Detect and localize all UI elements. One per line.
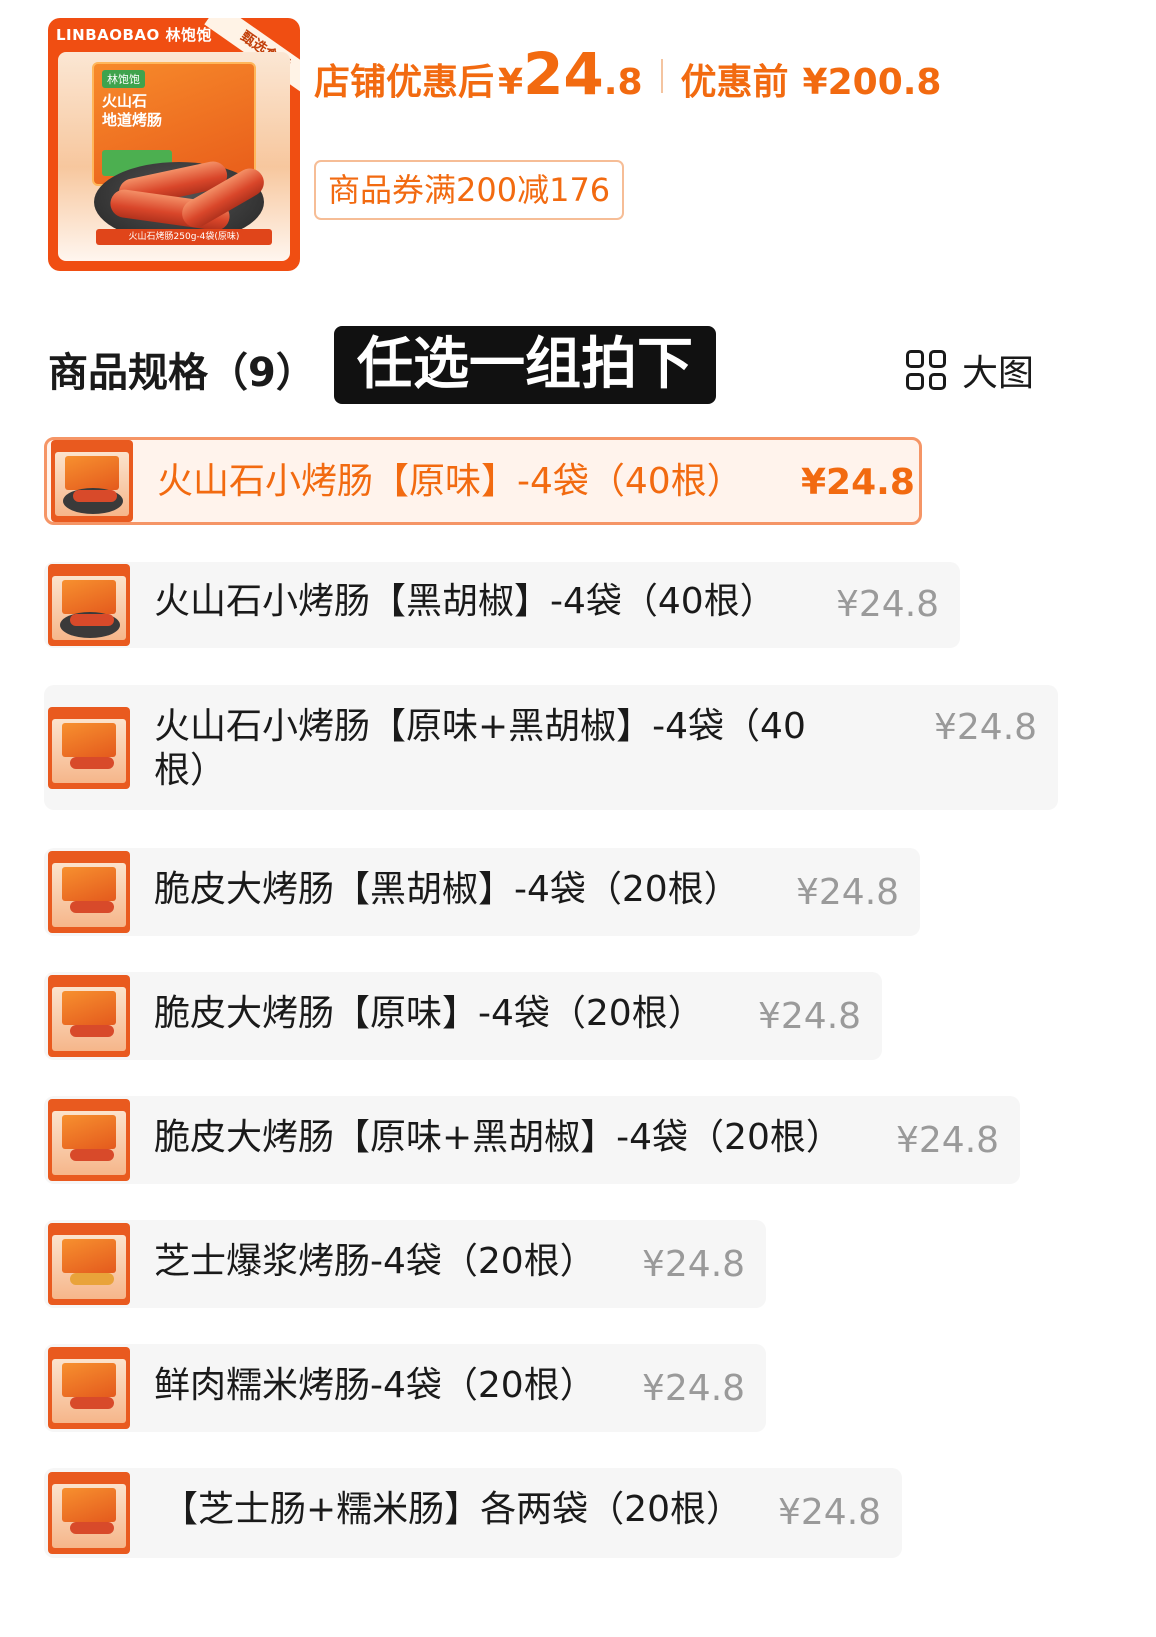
sku-thumbnail [48, 851, 130, 933]
sku-price: ¥24.8 [796, 872, 900, 913]
sku-price: ¥24.8 [896, 1120, 1000, 1161]
sku-price: ¥24.8 [642, 1368, 746, 1409]
coupon-tag[interactable]: 商品券满200减176 [314, 160, 625, 220]
sku-thumbnail [48, 564, 130, 646]
big-view-toggle[interactable]: 大图 [906, 344, 1034, 396]
sku-thumbnail [48, 1472, 130, 1554]
price-divider [660, 59, 663, 93]
sku-price: ¥24.8 [758, 996, 862, 1037]
product-image[interactable]: LINBAOBAO 林饱饱 甄选食材 林饱饱 火山石 地道烤肠 火山石烤肠250… [48, 18, 300, 271]
sku-selector-page: LINBAOBAO 林饱饱 甄选食材 林饱饱 火山石 地道烤肠 火山石烤肠250… [0, 0, 1156, 1637]
sku-name: 【芝士肠+糯米肠】各两袋（20根） [162, 1489, 742, 1530]
sku-price: ¥24.8 [836, 584, 940, 625]
sku-thumbnail [48, 1099, 130, 1181]
sku-name: 脆皮大烤肠【原味+黑胡椒】-4袋（20根） [154, 1117, 842, 1158]
before-discount-label: 优惠前 [680, 62, 789, 103]
sku-option[interactable]: 火山石小烤肠【原味+黑胡椒】-4袋（40根） ¥24.8 [44, 685, 1058, 810]
sku-option[interactable]: 脆皮大烤肠【原味】-4袋（20根） ¥24.8 [44, 972, 882, 1060]
choose-one-badge: 任选一组拍下 [334, 326, 716, 404]
sku-name: 鲜肉糯米烤肠-4袋（20根） [154, 1365, 596, 1406]
after-price-decimal: .8 [603, 62, 643, 103]
sku-thumbnail [48, 1223, 130, 1305]
sku-option[interactable]: 火山石小烤肠【原味】-4袋（40根） ¥24.8 [44, 437, 922, 525]
spec-title: 商品规格（9） [48, 350, 316, 396]
big-view-label: 大图 [962, 353, 1035, 394]
grid-icon [906, 350, 946, 390]
after-discount-label: 店铺优惠后 [314, 62, 495, 103]
pack-title-line-2: 地道烤肠 [102, 111, 163, 129]
sku-name: 脆皮大烤肠【黑胡椒】-4袋（20根） [154, 869, 740, 910]
before-price: ¥200.8 [802, 62, 942, 103]
sku-option[interactable]: 【芝士肠+糯米肠】各两袋（20根） ¥24.8 [44, 1468, 902, 1558]
sku-price: ¥24.8 [642, 1244, 746, 1285]
sku-option[interactable]: 火山石小烤肠【黑胡椒】-4袋（40根） ¥24.8 [44, 562, 960, 648]
sku-name: 火山石小烤肠【黑胡椒】-4袋（40根） [154, 581, 776, 622]
sku-option[interactable]: 鲜肉糯米烤肠-4袋（20根） ¥24.8 [44, 1344, 766, 1432]
sku-name: 火山石小烤肠【原味】-4袋（40根） [157, 461, 743, 502]
pack-title-line-1: 火山石 [102, 92, 148, 110]
sku-name: 芝士爆浆烤肠-4袋（20根） [154, 1241, 596, 1282]
sku-option[interactable]: 脆皮大烤肠【黑胡椒】-4袋（20根） ¥24.8 [44, 848, 920, 936]
product-photo: 林饱饱 火山石 地道烤肠 火山石烤肠250g-4袋(原味) [58, 52, 290, 261]
price-summary: 店铺优惠后 ¥ 24 .8 优惠前 ¥200.8 [314, 40, 941, 112]
sku-price: ¥24.8 [801, 462, 915, 503]
sku-name: 脆皮大烤肠【原味】-4袋（20根） [154, 993, 704, 1034]
pack-title: 火山石 地道烤肠 [102, 92, 162, 130]
sku-thumbnail [51, 440, 133, 522]
sku-thumbnail [48, 1347, 130, 1429]
after-price-integer: 24 [523, 40, 604, 108]
sku-option[interactable]: 芝士爆浆烤肠-4袋（20根） ¥24.8 [44, 1220, 766, 1308]
currency-symbol: ¥ [498, 62, 524, 103]
image-caption: 火山石烤肠250g-4袋(原味) [96, 229, 272, 245]
pack-tag: 林饱饱 [102, 70, 145, 88]
sku-price: ¥24.8 [934, 707, 1038, 748]
brand-logo: LINBAOBAO 林饱饱 [56, 26, 213, 44]
sku-thumbnail [48, 706, 130, 789]
sku-thumbnail [48, 975, 130, 1057]
sku-name: 火山石小烤肠【原味+黑胡椒】-4袋（40根） [154, 706, 806, 791]
sku-option[interactable]: 脆皮大烤肠【原味+黑胡椒】-4袋（20根） ¥24.8 [44, 1096, 1020, 1184]
sku-price: ¥24.8 [778, 1492, 882, 1533]
